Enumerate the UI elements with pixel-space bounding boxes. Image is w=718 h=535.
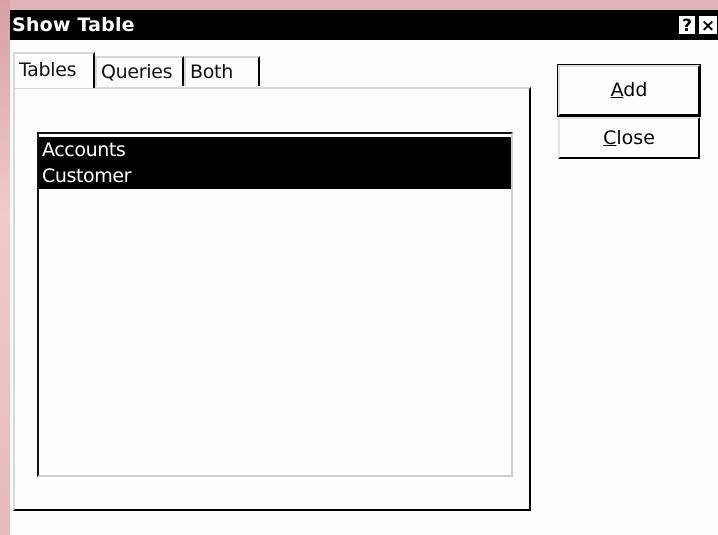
tab-queries[interactable]: Queries — [95, 56, 184, 86]
help-icon[interactable]: ? — [678, 15, 696, 36]
add-button-label: dd — [623, 79, 648, 101]
add-button-mnemonic: A — [610, 79, 624, 101]
list-item-customer[interactable]: Customer — [39, 163, 511, 189]
desktop-background-top — [0, 0, 718, 10]
close-button-mnemonic: C — [603, 127, 617, 149]
tab-tables[interactable]: Tables — [13, 52, 95, 88]
title-bar[interactable]: Show Table ? × — [10, 10, 718, 40]
close-button[interactable]: Close — [558, 117, 700, 159]
desktop-background-left — [0, 0, 10, 535]
close-icon[interactable]: × — [698, 15, 718, 36]
table-list[interactable]: Accounts Customer — [37, 132, 513, 477]
list-item-accounts[interactable]: Accounts — [39, 137, 511, 163]
dialog-title: Show Table — [12, 14, 135, 36]
add-button[interactable]: Add — [557, 64, 701, 117]
close-button-label: lose — [616, 127, 655, 149]
tab-both[interactable]: Both — [184, 56, 260, 86]
